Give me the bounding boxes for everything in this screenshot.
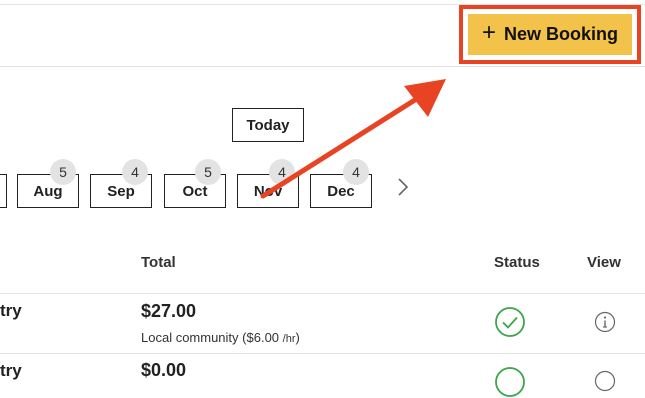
month-count-badge: 5: [195, 159, 221, 185]
table-row-divider: [0, 293, 645, 294]
booking-name: try: [0, 361, 22, 380]
check-circle-icon: [495, 367, 525, 397]
new-booking-label: New Booking: [504, 24, 619, 44]
info-icon[interactable]: [594, 311, 616, 333]
today-button[interactable]: Today: [232, 108, 304, 142]
new-booking-highlight: + New Booking: [459, 5, 641, 64]
booking-rate: Local community ($6.00 /hr): [141, 330, 300, 345]
column-header-view: View: [587, 254, 621, 271]
check-circle-icon: [495, 307, 525, 337]
header-divider: [0, 66, 645, 67]
column-header-status: Status: [494, 254, 540, 271]
new-booking-button[interactable]: + New Booking: [468, 14, 632, 55]
rate-value: ($6.00: [242, 330, 283, 345]
booking-name: try: [0, 301, 22, 320]
rate-unit: /hr: [282, 333, 296, 345]
month-count-badge: 5: [50, 159, 76, 185]
table-row-divider: [0, 353, 645, 354]
info-icon[interactable]: [594, 370, 616, 392]
chevron-right-icon[interactable]: [396, 176, 410, 202]
rate-description: Local community: [141, 330, 239, 345]
rate-close: ): [295, 330, 300, 345]
month-count-badge: 4: [122, 159, 148, 185]
column-header-total: Total: [141, 254, 176, 271]
month-count-badge: 4: [269, 159, 295, 185]
booking-total: $27.00: [141, 301, 197, 321]
month-tab-prev-partial[interactable]: [0, 174, 7, 208]
booking-total: $0.00: [141, 360, 187, 380]
plus-icon: +: [481, 19, 496, 46]
month-count-badge: 4: [343, 159, 369, 185]
